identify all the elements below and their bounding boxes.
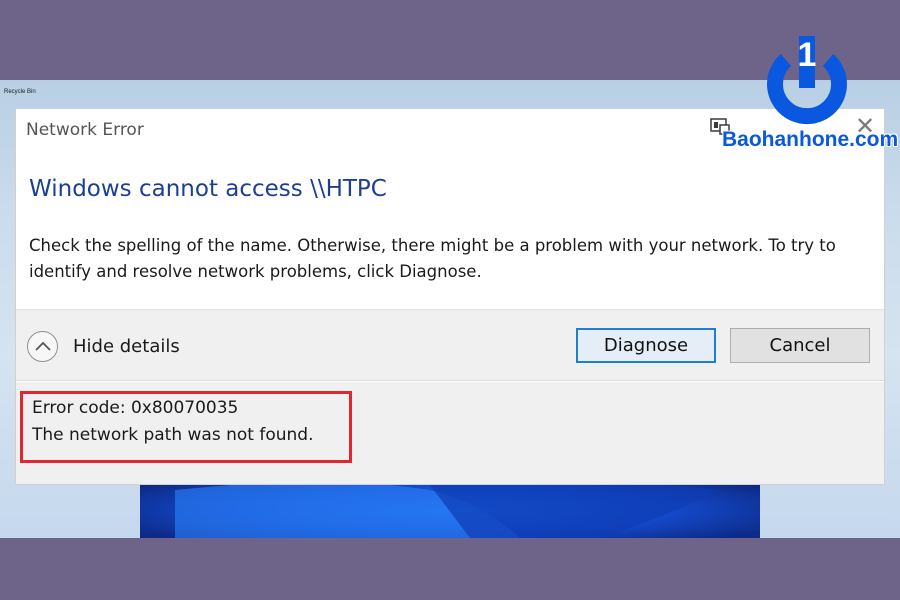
hide-details-label: Hide details — [73, 335, 180, 357]
error-details-panel: Error code: 0x80070035 The network path … — [16, 382, 884, 484]
dialog-button-bar: Hide details Diagnose Cancel — [16, 309, 884, 381]
network-error-dialog: Network Error ✕ Windows cannot access \\… — [15, 108, 885, 485]
error-highlight-box: Error code: 0x80070035 The network path … — [20, 391, 352, 463]
hide-details-toggle[interactable]: Hide details — [27, 330, 180, 362]
brand-watermark: 1 Baohanhone.com — [722, 30, 899, 155]
brand-text: Baohanhone.com — [722, 128, 899, 151]
dialog-title: Network Error — [26, 120, 144, 140]
logo-digit: 1 — [798, 36, 817, 74]
error-code: Error code: 0x80070035 — [32, 398, 239, 418]
dialog-message: Check the spelling of the name. Otherwis… — [29, 236, 836, 281]
recycle-bin-label[interactable]: Recycle Bin — [4, 89, 36, 95]
diagnose-button[interactable]: Diagnose — [576, 328, 716, 363]
cancel-button[interactable]: Cancel — [730, 328, 870, 363]
dialog-heading: Windows cannot access \\HTPC — [29, 176, 387, 202]
error-message: The network path was not found. — [32, 425, 314, 445]
chevron-up-icon — [27, 330, 58, 362]
power-icon: 1 — [767, 36, 847, 125]
